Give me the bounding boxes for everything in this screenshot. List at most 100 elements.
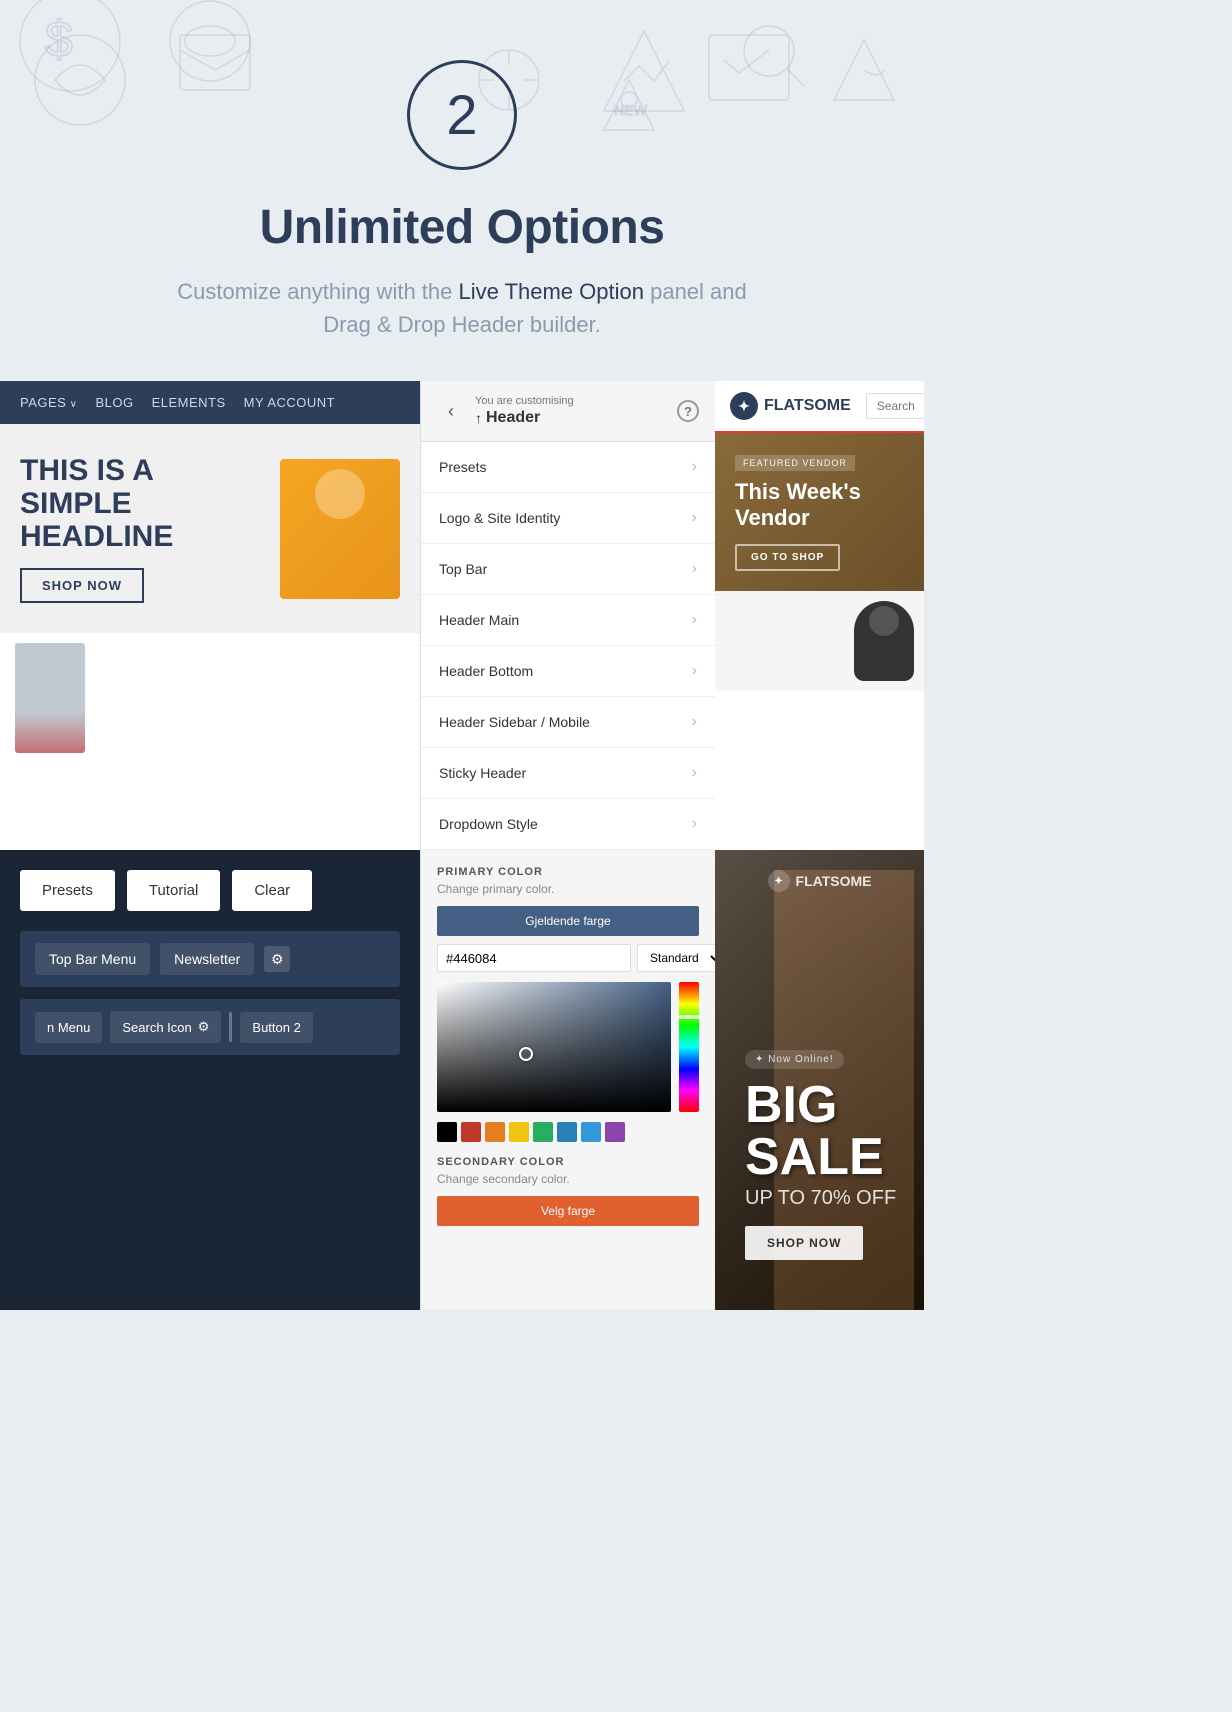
vendor-title: This Week's Vendor <box>735 479 904 532</box>
customizer-header: ‹ You are customising Header ? <box>421 381 715 442</box>
swatch-green[interactable] <box>533 1122 553 1142</box>
clear-button[interactable]: Clear <box>232 870 312 911</box>
customizer-menu-sticky-header[interactable]: Sticky Header › <box>421 748 715 799</box>
nav-elements[interactable]: ELEMENTS <box>152 395 226 410</box>
sale-percent: UP TO 70% OFF <box>745 1187 924 1210</box>
left-nav: PAGES BLOG ELEMENTS MY ACCOUNT <box>0 381 420 424</box>
shop-now-button[interactable]: SHOP NOW <box>20 568 144 603</box>
side-banner-left-img <box>15 643 85 753</box>
header-builder-row: n Menu Search Icon ⚙ Button 2 <box>20 999 400 1055</box>
color-format-select[interactable]: Standard <box>637 944 724 972</box>
side-banner <box>0 633 420 763</box>
swatch-yellow[interactable] <box>509 1122 529 1142</box>
menu-label-sidebar: Header Sidebar / Mobile <box>439 714 590 730</box>
current-color-bar: Gjeldende farge <box>437 906 699 936</box>
nav-account[interactable]: MY ACCOUNT <box>244 395 335 410</box>
customizer-panel: ‹ You are customising Header ? Presets ›… <box>420 381 715 850</box>
flatsome-search-input[interactable] <box>866 393 924 419</box>
hex-input[interactable] <box>437 944 631 972</box>
flatsome-logo-text: FLATSOME <box>764 397 851 415</box>
color-hue-slider[interactable] <box>679 982 699 1112</box>
chevron-right-icon: › <box>692 764 697 782</box>
ninja-block <box>715 591 924 691</box>
divider <box>229 1012 232 1042</box>
top-bar-menu-label: Top Bar Menu <box>35 943 150 975</box>
gear-icon[interactable]: ⚙ <box>264 946 290 972</box>
swatch-red1[interactable] <box>461 1122 481 1142</box>
chevron-right-icon: › <box>692 509 697 527</box>
baby-image <box>280 459 400 599</box>
new-online-dot: ✦ <box>755 1054 768 1065</box>
customizer-you-are: You are customising <box>475 395 667 407</box>
customizer-menu-topbar[interactable]: Top Bar › <box>421 544 715 595</box>
button2-item: Button 2 <box>240 1012 312 1043</box>
flatsome-logo: ✦ FLATSOME <box>730 392 851 420</box>
customizer-menu-presets[interactable]: Presets › <box>421 442 715 493</box>
nav-blog[interactable]: BLOG <box>95 395 133 410</box>
hue-cursor <box>679 1015 699 1019</box>
customizer-menu-dropdown[interactable]: Dropdown Style › <box>421 799 715 850</box>
color-gradient[interactable] <box>437 982 671 1112</box>
back-button[interactable]: ‹ <box>437 397 465 425</box>
swatch-blue1[interactable] <box>557 1122 577 1142</box>
shop-now-sale-button[interactable]: SHOP NOW <box>745 1226 863 1260</box>
search-icon-item: Search Icon ⚙ <box>110 1011 221 1043</box>
top-bar-builder-row: Top Bar Menu Newsletter ⚙ <box>20 931 400 987</box>
presets-button[interactable]: Presets <box>20 870 115 911</box>
chevron-right-icon: › <box>692 560 697 578</box>
bottom-section: Presets Tutorial Clear Top Bar Menu News… <box>0 850 924 1310</box>
swatch-purple[interactable] <box>605 1122 625 1142</box>
flatsome-sale-logo-icon: ✦ <box>768 870 790 892</box>
flatsome-sale-logo-text: FLATSOME <box>796 873 872 889</box>
customizer-section-title: Header <box>475 409 667 427</box>
customizer-menu-header-bottom[interactable]: Header Bottom › <box>421 646 715 697</box>
customizer-menu-logo[interactable]: Logo & Site Identity › <box>421 493 715 544</box>
chevron-right-icon: › <box>692 458 697 476</box>
flatsome-nav: ✦ FLATSOME HOME ∨ FEATURES ∨ SHOP ∨ PAGE… <box>715 381 924 433</box>
hero-text-block: THIS IS A SIMPLE HEADLINE SHOP NOW <box>20 454 265 603</box>
bottom-left: Presets Tutorial Clear Top Bar Menu News… <box>0 850 420 1310</box>
secondary-color-section: SECONDARY COLOR Change secondary color. … <box>437 1156 699 1226</box>
color-inputs-row: Standard <box>437 944 699 972</box>
menu-label-presets: Presets <box>439 459 486 475</box>
newsletter-label: Newsletter <box>160 943 254 975</box>
color-picker-main <box>437 982 699 1112</box>
new-online-badge: ✦ Now Online! <box>745 1050 844 1069</box>
preset-buttons-row: Presets Tutorial Clear <box>20 870 400 911</box>
vendor-card: FEATURED VENDOR This Week's Vendor GO TO… <box>715 433 924 591</box>
menu-label-dropdown: Dropdown Style <box>439 816 538 832</box>
sale-content: ✦ Now Online! BIG SALE UP TO 70% OFF SHO… <box>745 1049 924 1260</box>
primary-color-desc: Change primary color. <box>437 882 699 896</box>
primary-color-title: PRIMARY COLOR <box>437 866 699 878</box>
flatsome-logo-icon: ✦ <box>730 392 758 420</box>
search-icon-label: Search Icon <box>122 1020 191 1035</box>
hero-headline: THIS IS A SIMPLE HEADLINE <box>20 454 265 553</box>
menu-label-header-main: Header Main <box>439 612 519 628</box>
ninja-figure <box>854 601 914 681</box>
nav-pages[interactable]: PAGES <box>20 395 77 410</box>
hero-subtitle: Customize anything with the Live Theme O… <box>162 275 762 341</box>
left-panel: PAGES BLOG ELEMENTS MY ACCOUNT THIS IS A… <box>0 381 420 850</box>
nav-menu-item: n Menu <box>35 1012 102 1043</box>
color-swatches <box>437 1122 699 1142</box>
go-to-shop-button[interactable]: GO TO SHOP <box>735 544 840 571</box>
customizer-menu-header-main[interactable]: Header Main › <box>421 595 715 646</box>
secondary-color-title: SECONDARY COLOR <box>437 1156 699 1168</box>
chevron-right-icon: › <box>692 713 697 731</box>
gear-icon-small: ⚙ <box>198 1019 210 1035</box>
flatsome-sale-logo: ✦ FLATSOME <box>768 870 872 892</box>
chevron-right-icon: › <box>692 662 697 680</box>
secondary-color-desc: Change secondary color. <box>437 1172 699 1186</box>
customizer-menu-sidebar-mobile[interactable]: Header Sidebar / Mobile › <box>421 697 715 748</box>
swatch-black[interactable] <box>437 1122 457 1142</box>
swatch-blue2[interactable] <box>581 1122 601 1142</box>
chevron-right-icon: › <box>692 815 697 833</box>
secondary-color-bar[interactable]: Velg farge <box>437 1196 699 1226</box>
big-sale-title: BIG SALE <box>745 1079 924 1183</box>
tutorial-button[interactable]: Tutorial <box>127 870 220 911</box>
new-online-text: Now Online! <box>768 1054 833 1065</box>
swatch-orange[interactable] <box>485 1122 505 1142</box>
screenshots-section: PAGES BLOG ELEMENTS MY ACCOUNT THIS IS A… <box>0 381 924 850</box>
help-icon[interactable]: ? <box>677 400 699 422</box>
menu-label-header-bottom: Header Bottom <box>439 663 533 679</box>
